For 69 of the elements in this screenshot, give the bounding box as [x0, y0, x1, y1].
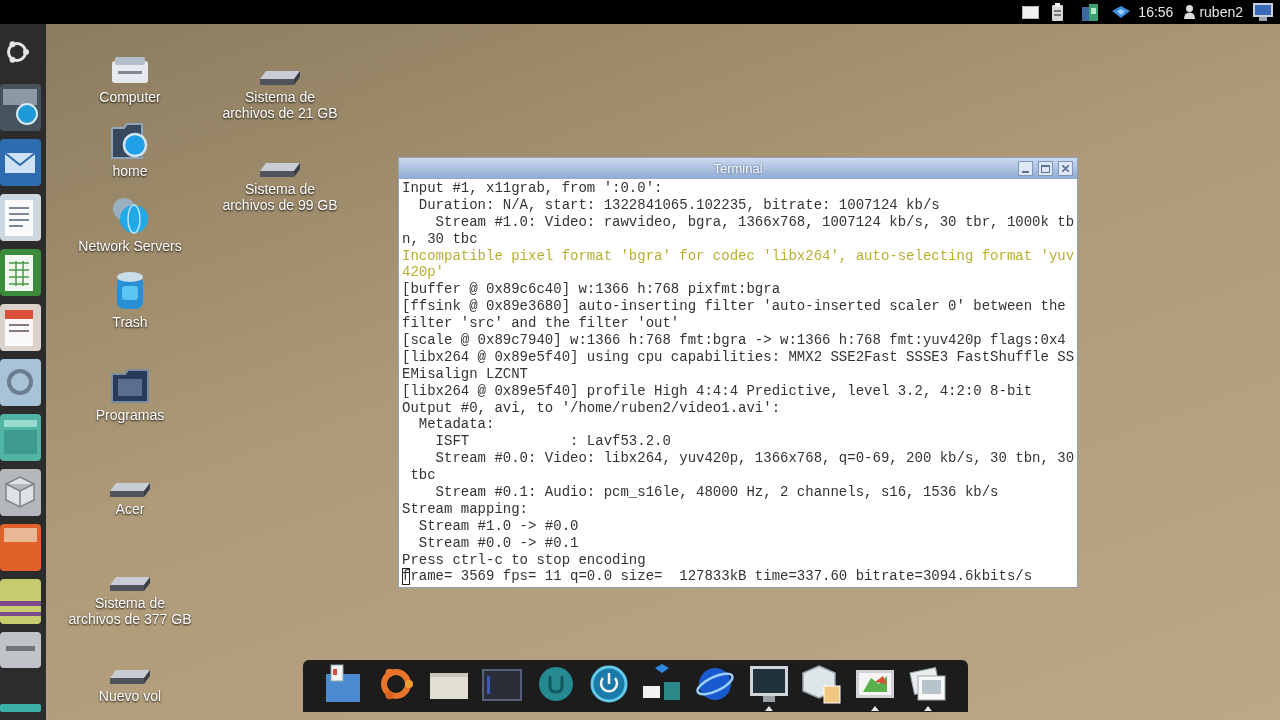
terminal-line: [buffer @ 0x89c6c40] w:1366 h:768 pixfmt:bgra	[402, 281, 781, 298]
icon-label[interactable]: Sistema de archivos de 377 GB	[68, 595, 192, 627]
terminal-line: Stream #0.1: Audio: pcm_s16le, 48000 Hz, 2 channels, s16, 1536 kb/s	[434, 484, 999, 501]
icon-label[interactable]: Acer	[115, 501, 145, 517]
drive-icon[interactable]	[110, 670, 150, 684]
drive-icon[interactable]	[260, 71, 300, 85]
spreadsheet-icon[interactable]	[0, 249, 41, 296]
folder-icon[interactable]	[111, 123, 149, 159]
terminal-line: n, 30 tbc	[402, 230, 478, 247]
terminal-line: [libx264 @ 0x89e5f40] using cpu capabilities: MMX2 SSE2Fast SSSE3 FastShuffle SS	[402, 348, 1075, 365]
terminal-line: filter 'src' and the filter 'out'	[402, 315, 680, 332]
cube-icon[interactable]	[801, 664, 842, 704]
icon-label[interactable]: Computer	[99, 89, 161, 105]
terminal-line: Metadata:	[417, 416, 495, 433]
terminal-line: Press ctrl-c to stop encoding	[402, 551, 646, 568]
globe-icon[interactable]	[111, 196, 149, 234]
icon-label[interactable]: Nuevo vol	[98, 688, 162, 704]
folder-icon[interactable]	[111, 369, 149, 403]
minimize-button[interactable]	[1018, 161, 1033, 176]
user-name[interactable]: ruben2	[1199, 0, 1243, 24]
icon-label[interactable]: Network Servers	[78, 238, 182, 254]
webcam-icon[interactable]	[0, 84, 41, 131]
window-title: Terminal	[713, 160, 763, 178]
icon-label[interactable]: Sistema de archivos de 99 GB	[222, 181, 338, 213]
terminal-line: tbc	[409, 467, 436, 484]
icon-label[interactable]: Programas	[95, 407, 165, 423]
terminal-line: Stream mapping:	[402, 500, 529, 517]
terminal-line: 420p'	[402, 264, 444, 281]
icon-label[interactable]: Sistema de archivos de 21 GB	[222, 89, 338, 121]
terminal-line: EMisalign LZCNT	[402, 365, 529, 382]
terminal-line: Incompatible pixel format 'bgra' for codec 'libx264', auto-selecting format 'yuv	[402, 247, 1075, 264]
terminal-line: Stream #0.0: Video: libx264, yuv420p, 1366x768, q=0-69, 200 kb/s, 30 tbn, 30	[435, 450, 1075, 467]
terminal-line: ISFT : Lavf53.2.0	[434, 433, 671, 450]
computer-icon[interactable]	[112, 57, 148, 85]
terminal-line: Stream #1.0 -> #0.0	[417, 517, 579, 534]
terminal-line: Duration: N/A, start: 1322841065.102235, bitrate: 1007124 kb/s	[417, 196, 940, 213]
terminal-line: Stream #0.0 -> #0.1	[417, 534, 579, 551]
dash-icon[interactable]	[5, 40, 29, 64]
terminal-line: Stream #1.0: Video: rawvideo, bgra, 1366x768, 1007124 kb/s, 30 tbr, 1000k tb	[434, 213, 1075, 230]
close-button[interactable]	[1058, 161, 1073, 176]
network-icon[interactable]	[1112, 6, 1131, 18]
monitor-icon[interactable]	[1253, 3, 1273, 21]
presentation-icon[interactable]	[0, 304, 41, 351]
user-icon[interactable]	[1184, 5, 1196, 19]
monitor-icon[interactable]	[748, 664, 789, 704]
power-icon[interactable]	[588, 664, 629, 704]
indicator-icon[interactable]	[1082, 3, 1099, 21]
mail-icon[interactable]	[0, 139, 41, 186]
close-icon	[1062, 165, 1069, 172]
minimize-icon	[1022, 171, 1029, 173]
terminal-line: Input #1, x11grab, from ':0.0':	[402, 180, 663, 196]
clock[interactable]: 16:56	[1138, 0, 1174, 24]
maximize-button[interactable]	[1038, 161, 1053, 176]
battery-icon[interactable]	[1051, 2, 1065, 22]
terminal-line: Output #0, avi, to '/home/ruben2/video1.avi':	[402, 399, 781, 416]
terminal-line: [libx264 @ 0x89e5f40] profile High 4:4:4 Predictive, level 3.2, 4:2:0 8-bit	[402, 382, 1033, 399]
maximize-icon	[1041, 164, 1050, 173]
icon-label[interactable]: home	[112, 163, 148, 179]
drive-icon[interactable]	[110, 483, 150, 497]
app-tile-icon[interactable]	[0, 524, 41, 571]
photos-icon[interactable]	[908, 664, 949, 704]
terminal-line: [scale @ 0x89c7940] w:1366 h:768 fmt:bgra -> w:1366 h:768 fmt:yuv420p flags:0x4	[402, 332, 1066, 348]
striped-tile-icon[interactable]	[0, 579, 41, 624]
terminal-line: [ffsink @ 0x89e3680] auto-inserting filter 'auto-inserted scaler 0' between the	[402, 298, 1066, 315]
window-icon[interactable]	[1022, 5, 1040, 19]
drive-icon[interactable]	[260, 163, 300, 177]
drive-icon[interactable]	[110, 577, 150, 591]
icon-label[interactable]: Trash	[112, 314, 148, 330]
slot-icon[interactable]	[0, 632, 41, 668]
